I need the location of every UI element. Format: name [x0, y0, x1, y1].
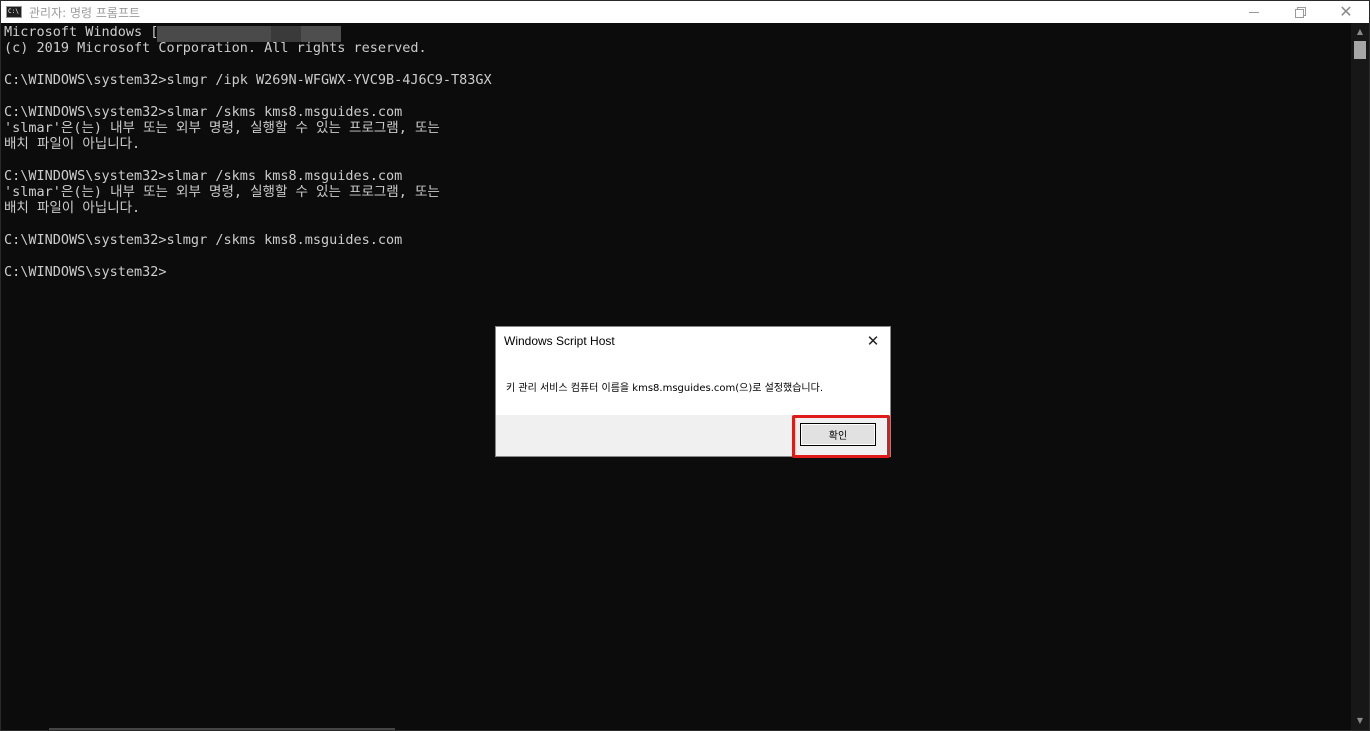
dialog-message: 키 관리 서비스 컴퓨터 이름을 kms8.msguides.com(으)로 설…	[506, 383, 823, 394]
window-title: 관리자: 명령 프롬프트	[29, 5, 141, 20]
vertical-scrollbar[interactable]: ▲ ▼	[1351, 23, 1369, 730]
restore-button[interactable]	[1277, 1, 1323, 23]
scroll-up-icon[interactable]: ▲	[1351, 23, 1369, 40]
console-line: Microsoft Windows [	[4, 24, 159, 40]
scrollbar-thumb[interactable]	[1354, 41, 1366, 59]
console-line: C:\WINDOWS\system32>	[4, 264, 167, 280]
console-line: (c) 2019 Microsoft Corporation. All righ…	[4, 40, 427, 56]
restore-icon	[1295, 7, 1306, 18]
console-line: 배치 파일이 아닙니다.	[4, 136, 141, 152]
console-line: 'slmar'은(는) 내부 또는 외부 명령, 실행할 수 있는 프로그램, …	[4, 184, 440, 200]
redaction-block	[157, 26, 271, 42]
minimize-icon	[1249, 11, 1259, 13]
console-line: C:\WINDOWS\system32>slmgr /skms kms8.msg…	[4, 232, 403, 248]
ok-button[interactable]: 확인	[800, 423, 876, 446]
minimize-button[interactable]	[1231, 1, 1277, 23]
console-line: C:\WINDOWS\system32>slmar /skms kms8.msg…	[4, 104, 403, 120]
redaction-block	[271, 26, 301, 42]
close-icon: ✕	[1339, 2, 1353, 21]
title-bar[interactable]: C:\ 관리자: 명령 프롬프트 ✕	[1, 1, 1369, 23]
console-line: 배치 파일이 아닙니다.	[4, 200, 141, 216]
console-line: 'slmar'은(는) 내부 또는 외부 명령, 실행할 수 있는 프로그램, …	[4, 120, 440, 136]
window-controls: ✕	[1231, 1, 1369, 23]
horizontal-scroll-indicator	[49, 728, 395, 730]
cmd-icon: C:\	[6, 6, 22, 18]
console-line: C:\WINDOWS\system32>slmar /skms kms8.msg…	[4, 168, 403, 184]
dialog-title: Windows Script Host	[504, 334, 615, 348]
close-icon[interactable]: ✕	[862, 330, 884, 352]
console-line: C:\WINDOWS\system32>slmgr /ipk W269N-WFG…	[4, 72, 492, 88]
redaction-block	[301, 26, 341, 42]
close-window-button[interactable]: ✕	[1323, 1, 1369, 23]
scroll-down-icon[interactable]: ▼	[1351, 712, 1369, 729]
